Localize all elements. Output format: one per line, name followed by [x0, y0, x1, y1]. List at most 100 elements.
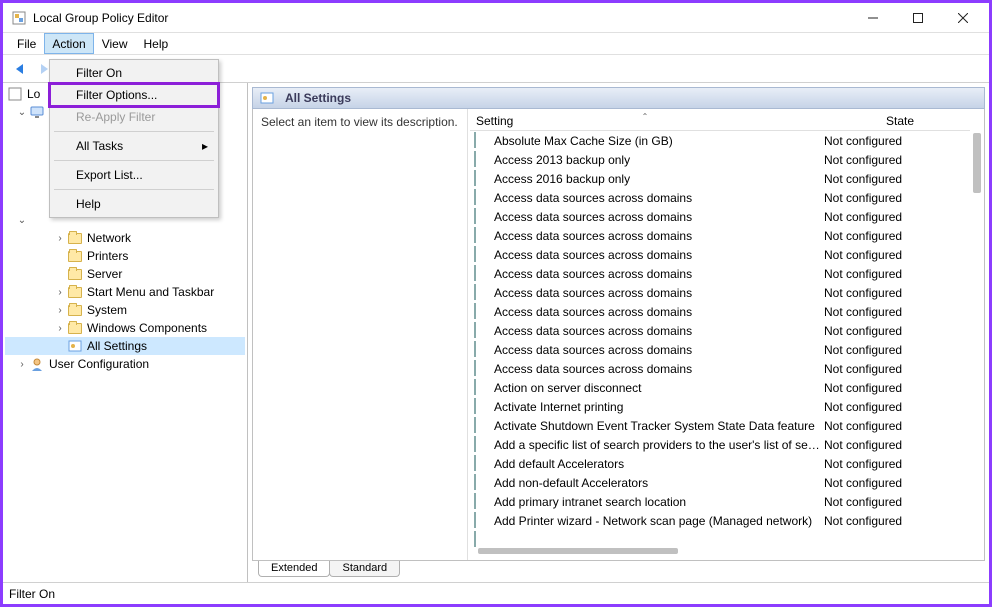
column-setting[interactable]: Setting⌃ [470, 114, 820, 128]
policy-setting-icon [474, 304, 490, 320]
policy-setting-icon [474, 228, 490, 244]
menu-separator [54, 189, 214, 190]
menu-file[interactable]: File [9, 33, 44, 54]
tree-windows-components[interactable]: › Windows Components [5, 319, 245, 337]
setting-state: Not configured [824, 134, 970, 148]
menuitem-help[interactable]: Help [52, 193, 216, 215]
list-item[interactable]: Activate Shutdown Event Tracker System S… [470, 416, 970, 435]
expand-icon[interactable]: › [53, 285, 67, 299]
close-button[interactable] [940, 4, 985, 32]
expand-icon[interactable]: › [53, 303, 67, 317]
policy-setting-icon [474, 532, 490, 548]
setting-name: Activate Internet printing [494, 400, 824, 414]
policy-setting-icon [474, 456, 490, 472]
maximize-button[interactable] [895, 4, 940, 32]
tree-label: Windows Components [87, 321, 207, 335]
app-window: Local Group Policy Editor File Action Vi… [0, 0, 992, 607]
tree-server[interactable]: Server [5, 265, 245, 283]
menubar: File Action View Help [3, 33, 989, 55]
list-item[interactable]: Access data sources across domainsNot co… [470, 245, 970, 264]
list-item[interactable]: Add non-default AcceleratorsNot configur… [470, 473, 970, 492]
horizontal-scrollbar[interactable] [478, 548, 678, 554]
list-item[interactable]: Add primary intranet search locationNot … [470, 492, 970, 511]
collapse-icon[interactable]: ⌄ [15, 105, 29, 119]
menu-view[interactable]: View [94, 33, 136, 54]
menuitem-filter-on[interactable]: Filter On [52, 62, 216, 84]
menu-action[interactable]: Action [44, 33, 93, 54]
setting-state: Not configured [824, 476, 970, 490]
list-item[interactable]: Access 2016 backup onlyNot configured [470, 169, 970, 188]
collapse-icon[interactable]: ⌄ [15, 213, 29, 227]
list-item[interactable]: Access 2013 backup onlyNot configured [470, 150, 970, 169]
folder-icon [67, 230, 83, 246]
tree-user-config[interactable]: ›User Configuration [5, 355, 245, 373]
list-item[interactable]: Activate Internet printingNot configured [470, 397, 970, 416]
list-item[interactable]: Access data sources across domainsNot co… [470, 226, 970, 245]
policy-setting-icon [474, 171, 490, 187]
setting-state: Not configured [824, 343, 970, 357]
list-item[interactable]: Access data sources across domainsNot co… [470, 302, 970, 321]
list-item[interactable]: Access data sources across domainsNot co… [470, 340, 970, 359]
tree-start-menu[interactable]: › Start Menu and Taskbar [5, 283, 245, 301]
statusbar: Filter On [3, 582, 989, 604]
setting-state: Not configured [824, 267, 970, 281]
list-item[interactable] [470, 530, 970, 549]
folder-icon [67, 284, 83, 300]
settings-icon [259, 90, 275, 106]
setting-name: Access data sources across domains [494, 229, 824, 243]
setting-state: Not configured [824, 305, 970, 319]
menuitem-all-tasks[interactable]: All Tasks▸ [52, 135, 216, 157]
setting-name: Activate Shutdown Event Tracker System S… [494, 419, 824, 433]
folder-icon [67, 302, 83, 318]
policy-setting-icon [474, 133, 490, 149]
tab-standard[interactable]: Standard [329, 560, 400, 577]
list-item[interactable]: Access data sources across domainsNot co… [470, 264, 970, 283]
menu-help[interactable]: Help [136, 33, 177, 54]
tab-extended[interactable]: Extended [258, 560, 330, 577]
folder-icon [67, 320, 83, 336]
tree-system[interactable]: ›System [5, 301, 245, 319]
list-item[interactable]: Add a specific list of search providers … [470, 435, 970, 454]
setting-name: Access data sources across domains [494, 267, 824, 281]
menu-separator [54, 131, 214, 132]
setting-state: Not configured [824, 381, 970, 395]
list-header: Setting⌃ State [470, 111, 970, 131]
expand-icon[interactable]: › [53, 231, 67, 245]
expand-icon[interactable]: › [53, 321, 67, 335]
column-state[interactable]: State [820, 114, 980, 128]
list-item[interactable]: Absolute Max Cache Size (in GB)Not confi… [470, 131, 970, 150]
list-item[interactable]: Access data sources across domainsNot co… [470, 321, 970, 340]
tree-printers[interactable]: Printers [5, 247, 245, 265]
detail-header: All Settings [252, 87, 985, 109]
list-item[interactable]: Access data sources across domainsNot co… [470, 207, 970, 226]
titlebar: Local Group Policy Editor [3, 3, 989, 33]
list-item[interactable]: Add default AcceleratorsNot configured [470, 454, 970, 473]
list-item[interactable]: Access data sources across domainsNot co… [470, 283, 970, 302]
scrollbar-thumb[interactable] [973, 133, 981, 193]
policy-setting-icon [474, 361, 490, 377]
list-item[interactable]: Access data sources across domainsNot co… [470, 359, 970, 378]
policy-setting-icon [474, 323, 490, 339]
settings-list: Setting⌃ State Absolute Max Cache Size (… [468, 109, 984, 560]
menuitem-export-list[interactable]: Export List... [52, 164, 216, 186]
setting-state: Not configured [824, 419, 970, 433]
submenu-arrow-icon: ▸ [202, 139, 208, 153]
status-text: Filter On [9, 587, 55, 601]
setting-state: Not configured [824, 153, 970, 167]
expand-icon[interactable]: › [15, 357, 29, 371]
setting-name: Access data sources across domains [494, 305, 824, 319]
list-item[interactable]: Access data sources across domainsNot co… [470, 188, 970, 207]
tree-network[interactable]: › Network [5, 229, 245, 247]
tree-label: Network [87, 231, 131, 245]
menuitem-filter-options[interactable]: Filter Options... [52, 84, 216, 106]
back-button[interactable] [9, 58, 31, 80]
minimize-button[interactable] [850, 4, 895, 32]
tree-all-settings[interactable]: All Settings [5, 337, 245, 355]
list-item[interactable]: Add Printer wizard - Network scan page (… [470, 511, 970, 530]
setting-name: Absolute Max Cache Size (in GB) [494, 134, 824, 148]
list-body[interactable]: Absolute Max Cache Size (in GB)Not confi… [470, 131, 970, 558]
list-item[interactable]: Action on server disconnectNot configure… [470, 378, 970, 397]
vertical-scrollbar[interactable] [972, 133, 982, 540]
tree-label: Start Menu and Taskbar [87, 285, 214, 299]
detail-tabs: Extended Standard [252, 560, 985, 582]
